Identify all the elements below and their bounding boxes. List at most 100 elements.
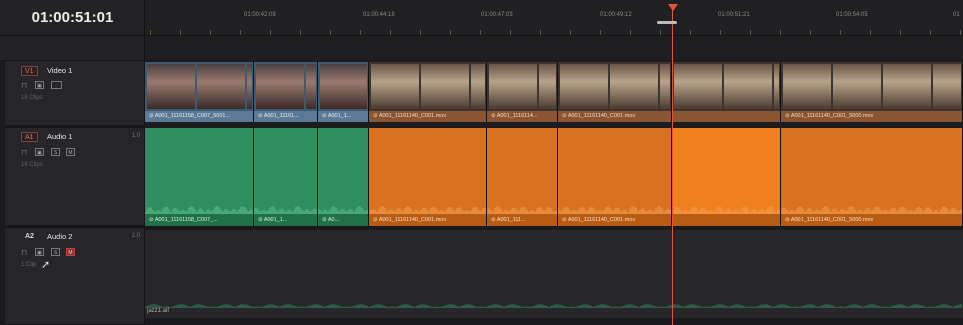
audio-waveform — [672, 206, 780, 214]
ruler-tick — [420, 30, 421, 35]
clip-thumbnail — [833, 64, 881, 109]
ruler-tick — [960, 30, 961, 35]
clip-thumbnail — [660, 64, 670, 109]
ruler-label: 01:00:51:21 — [718, 12, 750, 18]
audio-clip[interactable]: ⊘ A001_11161140_C001.mov — [369, 128, 487, 226]
audio-clip[interactable]: ⊘ A001_11161140_C001_5000.mov — [781, 128, 963, 226]
audio-clip-label: ⊘ A001_11161140_C001.mov — [369, 214, 486, 226]
clip-thumbnail — [560, 64, 608, 109]
track-name-a1[interactable]: Audio 1 — [47, 132, 72, 141]
audio-clip[interactable]: ⊘ A001_11161140_C001.mov — [558, 128, 672, 226]
clip-thumbnail — [197, 64, 245, 109]
ruler-tick — [600, 30, 601, 35]
video-clip[interactable]: ⊘ A001_11161140_C001_5000.mov — [781, 62, 963, 122]
clip-count: 1 Clip — [21, 262, 37, 268]
video-clip[interactable]: ⊘ A001_11161158_C007_5001... — [145, 62, 254, 122]
clip-thumbnail — [610, 64, 658, 109]
ruler-tick — [390, 30, 391, 35]
track-header-video1[interactable]: V1 Video 1 ⊓ ▣ 18 Clips — [5, 60, 145, 126]
video-clip[interactable]: ⊘ A001_11161140_C001.mov — [369, 62, 487, 122]
video-clip-label — [672, 111, 780, 122]
clip-thumbnail — [147, 64, 195, 109]
auto-select-icon[interactable]: ▣ — [35, 81, 44, 89]
video-clip[interactable] — [672, 62, 781, 122]
track-name-v1[interactable]: Video 1 — [47, 66, 72, 75]
clip-thumbnail — [774, 64, 779, 109]
video-clip[interactable]: ⊘ A001_11161140_C001.mov — [558, 62, 672, 122]
ruler-tick — [630, 30, 631, 35]
auto-select-icon[interactable]: ▣ — [35, 248, 44, 256]
auto-select-icon[interactable]: ▣ — [35, 148, 44, 156]
clip-thumbnail — [247, 64, 252, 109]
ruler-tick — [660, 30, 661, 35]
ruler-label: 01:00:44:18 — [363, 12, 395, 18]
audio-clip[interactable]: ⊘ A001_111... — [487, 128, 558, 226]
audio-waveform — [254, 206, 317, 214]
audio-waveform — [318, 206, 368, 214]
lock-icon[interactable]: ⊓ — [21, 248, 27, 257]
track-name-a2[interactable]: Audio 2 — [47, 232, 72, 241]
clip-thumbnail — [421, 64, 469, 109]
audio2-waveform — [145, 304, 962, 308]
disable-video-icon[interactable] — [51, 81, 62, 89]
lock-icon[interactable]: ⊓ — [21, 81, 27, 90]
track-header-spacer — [0, 36, 145, 60]
audio-clip-label: ⊘ A001_11161140_C001.mov — [558, 214, 671, 226]
audio-clip-label: ⊘ A0... — [318, 214, 368, 226]
audio-clip-label: ⊘ A001_111... — [487, 214, 557, 226]
ruler-tick — [750, 30, 751, 35]
timecode-display[interactable]: 01:00:51:01 — [0, 0, 145, 36]
solo-button[interactable]: S — [51, 248, 60, 256]
clip-count: 18 Clips — [21, 95, 43, 101]
audio-waveform — [145, 206, 253, 214]
audio-clip[interactable] — [672, 128, 781, 226]
lock-icon[interactable]: ⊓ — [21, 148, 27, 157]
clip-thumbnail — [783, 64, 831, 109]
audio-clip[interactable]: ⊘ A0... — [318, 128, 369, 226]
video-clip[interactable]: ⊘ A001_11161... — [254, 62, 318, 122]
audio-waveform — [781, 206, 962, 214]
clip-thumbnail — [724, 64, 772, 109]
video-clip-label: ⊘ A001_11161158_C007_5001... — [145, 111, 253, 122]
audio-waveform — [369, 206, 486, 214]
clip-thumbnail — [306, 64, 316, 109]
solo-button[interactable]: S — [51, 148, 60, 156]
audio-waveform — [487, 206, 557, 214]
mute-button[interactable]: M — [66, 248, 75, 256]
track-id-a2[interactable]: A2 — [21, 231, 38, 241]
audio-waveform — [558, 206, 671, 214]
ruler-tick — [810, 30, 811, 35]
playhead-line[interactable] — [672, 8, 673, 325]
ruler-tick — [540, 30, 541, 35]
track-id-a1[interactable]: A1 — [21, 132, 38, 142]
audio-clip[interactable]: ⊘ A001_1... — [254, 128, 318, 226]
mute-button[interactable]: M — [66, 148, 75, 156]
ruler-tick — [180, 30, 181, 35]
video-clip[interactable]: ⊘ A001_1116114... — [487, 62, 558, 122]
video-clip-label: ⊘ A001_11161140_C001.mov — [558, 111, 671, 122]
ruler-tick — [150, 30, 151, 35]
channel-format: 2.0 — [131, 233, 140, 239]
clip-thumbnail — [256, 64, 304, 109]
ruler-tick — [840, 30, 841, 35]
track-header-audio2[interactable]: A2 Audio 2 2.0 ⊓ ▣ S M 1 Clip ➚ — [5, 227, 145, 325]
track-header-audio1[interactable]: A1 Audio 1 1.0 ⊓ ▣ S M 16 Clips — [5, 127, 145, 226]
audio-clip-label: ⊘ A001_1... — [254, 214, 317, 226]
ruler-label: 01:00:47:03 — [481, 12, 513, 18]
video-clip[interactable]: ⊘ A001_1... — [318, 62, 369, 122]
ruler-tick — [690, 30, 691, 35]
playhead-marker-icon[interactable] — [668, 4, 678, 11]
ruler-tick — [480, 30, 481, 35]
ruler-label: 01:00:42:09 — [244, 12, 276, 18]
zoom-handle[interactable] — [657, 21, 677, 24]
video-clip-label: ⊘ A001_1116114... — [487, 111, 557, 122]
ruler-tick — [720, 30, 721, 35]
video-clip-label: ⊘ A001_1... — [318, 111, 368, 122]
audio-clip-label: ⊘ A001_11161140_C001_5000.mov — [781, 214, 962, 226]
track-id-v1[interactable]: V1 — [21, 66, 38, 76]
ruler-tick — [510, 30, 511, 35]
audio-clip[interactable]: ⊘ A001_11161158_C007_... — [145, 128, 254, 226]
video-clip-label: ⊘ A001_11161140_C001.mov — [369, 111, 486, 122]
audio2-clip[interactable]: jazz1.aif — [145, 230, 963, 318]
audio2-clip-label: jazz1.aif — [147, 308, 170, 314]
